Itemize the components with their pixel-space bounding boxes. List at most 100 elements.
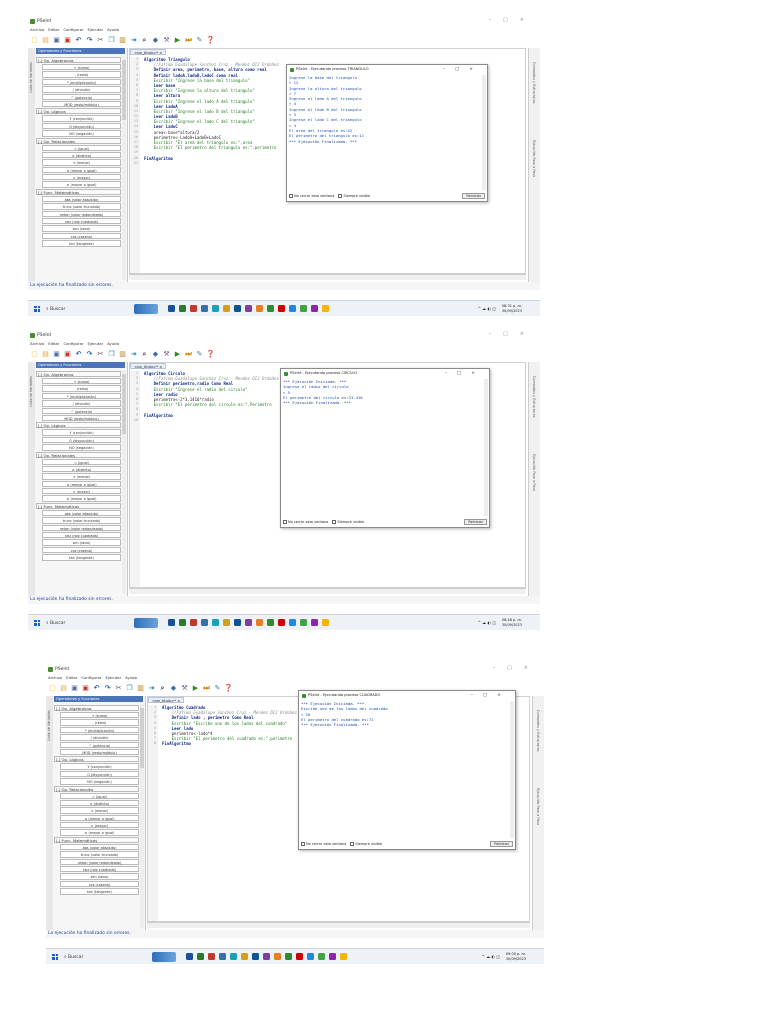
- tools-icon[interactable]: ⚒: [162, 350, 171, 359]
- operator-button[interactable]: MOD (resto/módulo): [60, 748, 139, 756]
- operator-button[interactable]: Y (conjunción): [42, 429, 121, 436]
- taskbar-app-icon[interactable]: [190, 619, 197, 626]
- operator-section-header[interactable]: [-] Op. Algebraicos: [54, 705, 139, 711]
- flowchart-icon[interactable]: ◆: [169, 684, 178, 693]
- menu-item[interactable]: Editar: [48, 341, 59, 346]
- menu-item[interactable]: Configurar: [81, 675, 101, 680]
- taskbar-app-icon[interactable]: [322, 305, 329, 312]
- taskbar-app-icon[interactable]: [245, 305, 252, 312]
- taskbar-app-icon[interactable]: [168, 619, 175, 626]
- operator-section-header[interactable]: [-] Op. Relacionales: [54, 785, 139, 792]
- operator-button[interactable]: raiz (raíz cuadrada): [60, 866, 139, 873]
- execution-window-controls[interactable]: –□×: [445, 369, 485, 378]
- operator-button[interactable]: trunc (valor truncado): [42, 203, 121, 210]
- undo-icon[interactable]: ↶: [92, 684, 101, 693]
- operator-button[interactable]: = (igual): [60, 792, 139, 799]
- restart-button[interactable]: Reiniciar: [490, 841, 513, 847]
- flowchart-icon[interactable]: ◆: [151, 350, 160, 359]
- taskbar-app-icon[interactable]: [245, 619, 252, 626]
- operator-button[interactable]: * (multiplicación): [42, 78, 121, 86]
- taskbar-app-icon[interactable]: [219, 953, 226, 960]
- redo-icon[interactable]: ↷: [85, 36, 94, 45]
- operator-button[interactable]: + (suma): [60, 712, 139, 719]
- menu-item[interactable]: Editar: [48, 27, 59, 32]
- right-tab-label[interactable]: Comandos y Estructuras: [532, 376, 536, 418]
- operator-button[interactable]: ≥ (mayor o igual): [42, 495, 121, 502]
- taskbar-app-icon[interactable]: [230, 953, 237, 960]
- operator-section-header[interactable]: [-] Op. Lógicos: [36, 108, 121, 115]
- editor-tab[interactable]: <sin_titulo>* ×: [130, 49, 167, 55]
- taskbar-app-icon[interactable]: [274, 953, 281, 960]
- taskbar-search[interactable]: ⌕ Buscar: [46, 620, 116, 626]
- variables-tab-strip[interactable]: Lista de Variables: [28, 48, 35, 282]
- always-visible-checkbox[interactable]: Siempre visible: [332, 518, 364, 526]
- system-tray-icons[interactable]: ^ ☁ ◐ ◫: [478, 620, 496, 625]
- taskbar-app-icon[interactable]: [212, 305, 219, 312]
- taskbar-app-icon[interactable]: [201, 619, 208, 626]
- taskbar-app-icon[interactable]: [208, 953, 215, 960]
- operator-button[interactable]: ≠ (distinto): [42, 465, 121, 473]
- operator-button[interactable]: - (resta): [42, 71, 121, 78]
- operator-button[interactable]: trunc (valor truncado): [60, 851, 139, 858]
- operator-button[interactable]: cos (coseno): [60, 880, 139, 888]
- taskbar-app-icon[interactable]: [322, 619, 329, 626]
- window-controls[interactable]: –□×: [489, 17, 536, 23]
- taskbar-app-icon[interactable]: [263, 953, 270, 960]
- editor-horizontal-scrollbar[interactable]: [147, 922, 530, 928]
- operator-section-header[interactable]: [-] Op. Algebraicos: [36, 371, 121, 377]
- operator-button[interactable]: redon (valor redondeado): [42, 524, 121, 532]
- taskbar-app-icon[interactable]: [223, 619, 230, 626]
- taskbar-app-icon[interactable]: [186, 953, 193, 960]
- indent-icon[interactable]: ⇥: [147, 684, 156, 693]
- operator-button[interactable]: O (disyunción): [42, 122, 121, 130]
- operator-button[interactable]: cos (coseno): [42, 232, 121, 240]
- windows-start-icon[interactable]: [34, 619, 40, 626]
- taskbar-app-icon[interactable]: [278, 305, 285, 312]
- checkbox-box[interactable]: [289, 194, 293, 198]
- menu-item[interactable]: Ayuda: [107, 341, 119, 346]
- menu-item[interactable]: Ayuda: [125, 675, 137, 680]
- taskbar-app-icon[interactable]: [300, 305, 307, 312]
- weather-widget-icon[interactable]: [134, 617, 158, 628]
- search-icon[interactable]: ⌕: [158, 684, 167, 693]
- help-icon[interactable]: ❓: [224, 684, 233, 693]
- taskbar-app-icon[interactable]: [252, 953, 259, 960]
- panel-scrollbar[interactable]: [140, 704, 144, 928]
- taskbar-app-icon[interactable]: [241, 953, 248, 960]
- operator-button[interactable]: NO (negación): [42, 130, 121, 137]
- operator-button[interactable]: ≥ (mayor o igual): [42, 181, 121, 188]
- menu-item[interactable]: Archivo: [48, 675, 62, 680]
- tools-icon[interactable]: ⚒: [162, 36, 171, 45]
- menu-item[interactable]: Configurar: [63, 27, 83, 32]
- taskbar-app-icon[interactable]: [234, 619, 241, 626]
- cut-icon[interactable]: ✂: [96, 36, 105, 45]
- operator-button[interactable]: tan (tangente): [42, 554, 121, 561]
- taskbar-app-icon[interactable]: [329, 953, 336, 960]
- window-controls[interactable]: –□×: [489, 331, 536, 337]
- operator-button[interactable]: abs (valor absoluto): [42, 195, 121, 203]
- draw-diagram-icon[interactable]: ✎: [195, 36, 204, 45]
- panel-scroll-thumb[interactable]: [140, 708, 144, 768]
- operator-button[interactable]: = (igual): [42, 144, 121, 151]
- save-as-icon[interactable]: ▣: [63, 350, 72, 359]
- taskbar-app-icon[interactable]: [267, 619, 274, 626]
- taskbar-app-icon[interactable]: [179, 305, 186, 312]
- windows-start-icon[interactable]: [52, 953, 58, 960]
- operator-button[interactable]: / (división): [60, 734, 139, 741]
- menu-item[interactable]: Configurar: [63, 341, 83, 346]
- panel-scroll-thumb[interactable]: [122, 374, 126, 434]
- operator-button[interactable]: Y (conjunción): [42, 115, 121, 122]
- menu-item[interactable]: Ejecutar: [88, 27, 104, 32]
- taskbar-app-icon[interactable]: [296, 953, 303, 960]
- operator-button[interactable]: < (menor): [42, 159, 121, 166]
- checkbox-box[interactable]: [350, 842, 355, 846]
- operator-section-header[interactable]: [-] Func. Matemáticas: [54, 836, 139, 843]
- execution-window-controls[interactable]: –□×: [471, 691, 511, 700]
- operator-button[interactable]: abs (valor absoluto): [42, 509, 121, 517]
- taskbar-app-icon[interactable]: [256, 619, 263, 626]
- taskbar-app-icon[interactable]: [212, 619, 219, 626]
- operator-button[interactable]: NO (negación): [60, 778, 139, 785]
- redo-icon[interactable]: ↷: [103, 684, 112, 693]
- operator-button[interactable]: + (suma): [42, 64, 121, 71]
- menu-item[interactable]: Archivo: [30, 27, 44, 32]
